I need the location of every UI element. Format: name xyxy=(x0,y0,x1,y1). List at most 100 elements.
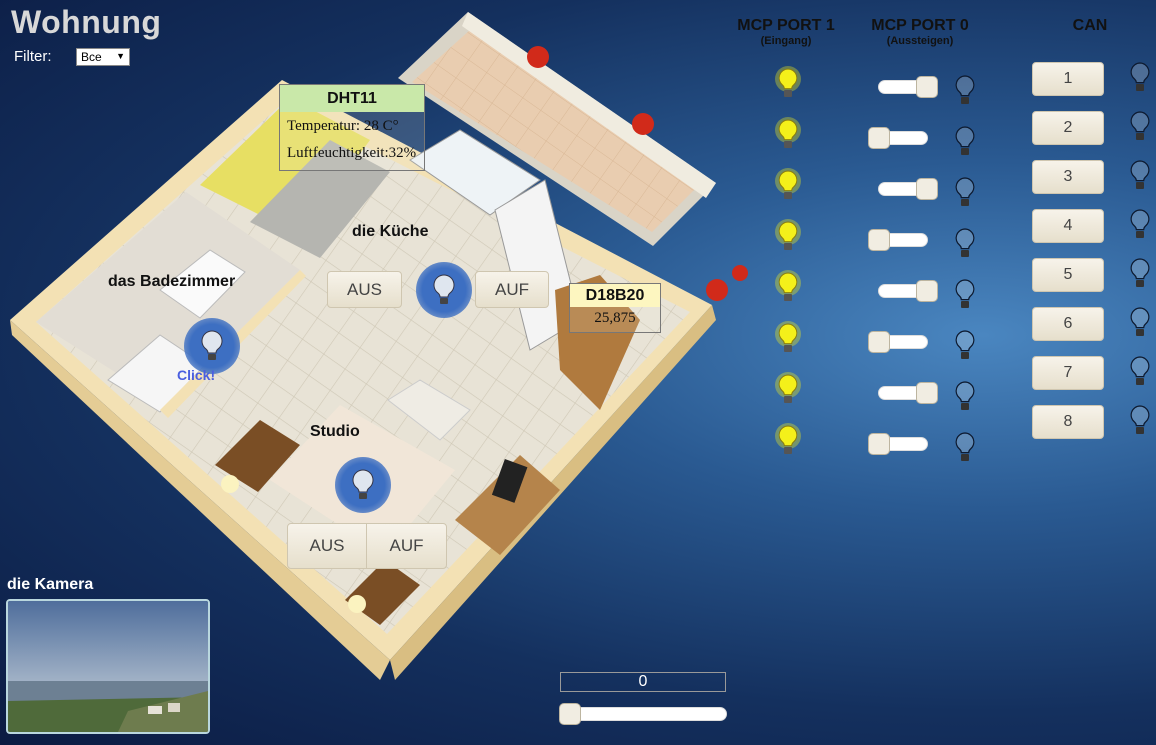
mcp-port0-toggle-5[interactable] xyxy=(868,280,938,302)
bulb-icon xyxy=(955,279,975,308)
studio-off-button[interactable]: AUS xyxy=(287,523,367,569)
mcp-port1-lamp-3 xyxy=(773,168,803,209)
mcp-port0-lamp-6 xyxy=(953,328,977,369)
can-lamp-7 xyxy=(1128,354,1152,395)
mcp-port0-toggle-8[interactable] xyxy=(868,433,938,455)
mcp-port0-header: MCP PORT 0 (Aussteigen) xyxy=(856,17,984,47)
mcp-port0-lamp-1 xyxy=(953,73,977,114)
value-slider-knob[interactable] xyxy=(559,703,581,725)
can-button-4[interactable]: 4 xyxy=(1032,209,1104,243)
mcp-port0-subtitle: (Aussteigen) xyxy=(886,35,954,47)
mcp-port0-toggle-7[interactable] xyxy=(868,382,938,404)
mcp-port0-toggle-4[interactable] xyxy=(868,229,938,251)
can-lamp-5 xyxy=(1128,256,1152,297)
toggle-knob[interactable] xyxy=(868,433,890,455)
mcp-port0-lamp-8 xyxy=(953,430,977,471)
can-button-5[interactable]: 5 xyxy=(1032,258,1104,292)
mcp-port0-lamp-5 xyxy=(953,277,977,318)
mcp-port0-title: MCP PORT 0 xyxy=(871,17,969,34)
can-button-3[interactable]: 3 xyxy=(1032,160,1104,194)
bathroom-lamp[interactable] xyxy=(184,318,240,374)
bulb-icon xyxy=(775,423,801,454)
can-button-2[interactable]: 2 xyxy=(1032,111,1104,145)
can-button-label: 3 xyxy=(1063,168,1073,185)
can-button-label: 5 xyxy=(1063,266,1073,283)
bulb-icon xyxy=(955,75,975,104)
mcp-port1-lamp-6 xyxy=(773,321,803,362)
can-button-8[interactable]: 8 xyxy=(1032,405,1104,439)
mcp-port1-lamp-5 xyxy=(773,270,803,311)
toggle-knob[interactable] xyxy=(916,178,938,200)
bulb-icon xyxy=(1130,405,1150,434)
d18b20-sensor: D18B20 25,875 xyxy=(569,283,661,333)
mcp-port0-lamp-7 xyxy=(953,379,977,420)
bulb-icon xyxy=(1130,258,1150,287)
bulb-icon xyxy=(955,432,975,461)
studio-on-button[interactable]: AUF xyxy=(366,523,447,569)
mcp-port1-lamp-1 xyxy=(773,66,803,107)
mcp-port0-toggle-6[interactable] xyxy=(868,331,938,353)
kitchen-off-button[interactable]: AUS xyxy=(327,271,402,308)
kitchen-lamp[interactable] xyxy=(416,262,472,318)
dht11-temperature: Temperatur: 28 C° xyxy=(287,118,399,134)
bulb-icon xyxy=(955,381,975,410)
value-slider-track[interactable] xyxy=(559,707,727,721)
mcp-port1-subtitle: (Eingang) xyxy=(760,35,812,47)
mcp-port1-header: MCP PORT 1 (Eingang) xyxy=(722,17,850,47)
toggle-knob[interactable] xyxy=(916,280,938,302)
can-button-label: 4 xyxy=(1063,217,1073,234)
can-button-label: 2 xyxy=(1063,119,1073,136)
bulb-icon xyxy=(1130,356,1150,385)
can-button-7[interactable]: 7 xyxy=(1032,356,1104,390)
toggle-knob[interactable] xyxy=(916,76,938,98)
toggle-knob[interactable] xyxy=(916,382,938,404)
bulb-icon xyxy=(955,330,975,359)
mcp-port0-toggle-3[interactable] xyxy=(868,178,938,200)
can-button-label: 7 xyxy=(1063,364,1073,381)
can-button-label: 6 xyxy=(1063,315,1073,332)
mcp-port0-lamp-3 xyxy=(953,175,977,216)
bulb-icon xyxy=(955,177,975,206)
studio-lamp[interactable] xyxy=(335,457,391,513)
bulb-icon xyxy=(1130,111,1150,140)
bulb-icon xyxy=(1130,209,1150,238)
bulb-icon xyxy=(352,469,374,499)
mcp-port0-toggle-1[interactable] xyxy=(868,76,938,98)
bathroom-label: das Badezimmer xyxy=(108,273,236,290)
mcp-port1-lamp-4 xyxy=(773,219,803,260)
can-lamp-8 xyxy=(1128,403,1152,444)
can-lamp-1 xyxy=(1128,60,1152,101)
mcp-port1-lamp-2 xyxy=(773,117,803,158)
can-button-label: 8 xyxy=(1063,413,1073,430)
bulb-icon xyxy=(775,372,801,403)
bulb-icon xyxy=(775,66,801,97)
mcp-port0-toggle-2[interactable] xyxy=(868,127,938,149)
mcp-port1-title: MCP PORT 1 xyxy=(737,17,835,34)
bathroom-click-hint[interactable]: Click! xyxy=(177,367,215,383)
kitchen-on-button[interactable]: AUF xyxy=(475,271,549,308)
bulb-icon xyxy=(201,330,223,360)
can-lamp-4 xyxy=(1128,207,1152,248)
toggle-knob[interactable] xyxy=(868,331,890,353)
mcp-port0-lamp-4 xyxy=(953,226,977,267)
toggle-knob[interactable] xyxy=(868,127,890,149)
bulb-icon xyxy=(1130,62,1150,91)
value-slider[interactable] xyxy=(559,703,729,725)
d18b20-value: 25,875 xyxy=(594,310,636,326)
can-button-1[interactable]: 1 xyxy=(1032,62,1104,96)
can-button-6[interactable]: 6 xyxy=(1032,307,1104,341)
studio-label: Studio xyxy=(310,423,360,440)
dht11-sensor: DHT11 Temperatur: 28 C° Luftfeuchtigkeit… xyxy=(279,84,425,171)
bulb-icon xyxy=(775,117,801,148)
can-lamp-3 xyxy=(1128,158,1152,199)
bulb-icon xyxy=(1130,160,1150,189)
dht11-humidity: Luftfeuchtigkeit:32% xyxy=(287,145,417,161)
camera-view[interactable] xyxy=(6,599,210,734)
bulb-icon xyxy=(775,168,801,199)
can-title: CAN xyxy=(1072,17,1108,34)
toggle-knob[interactable] xyxy=(868,229,890,251)
bulb-icon xyxy=(775,321,801,352)
d18b20-title: D18B20 xyxy=(570,284,660,307)
bulb-icon xyxy=(955,126,975,155)
camera-image xyxy=(8,601,208,732)
